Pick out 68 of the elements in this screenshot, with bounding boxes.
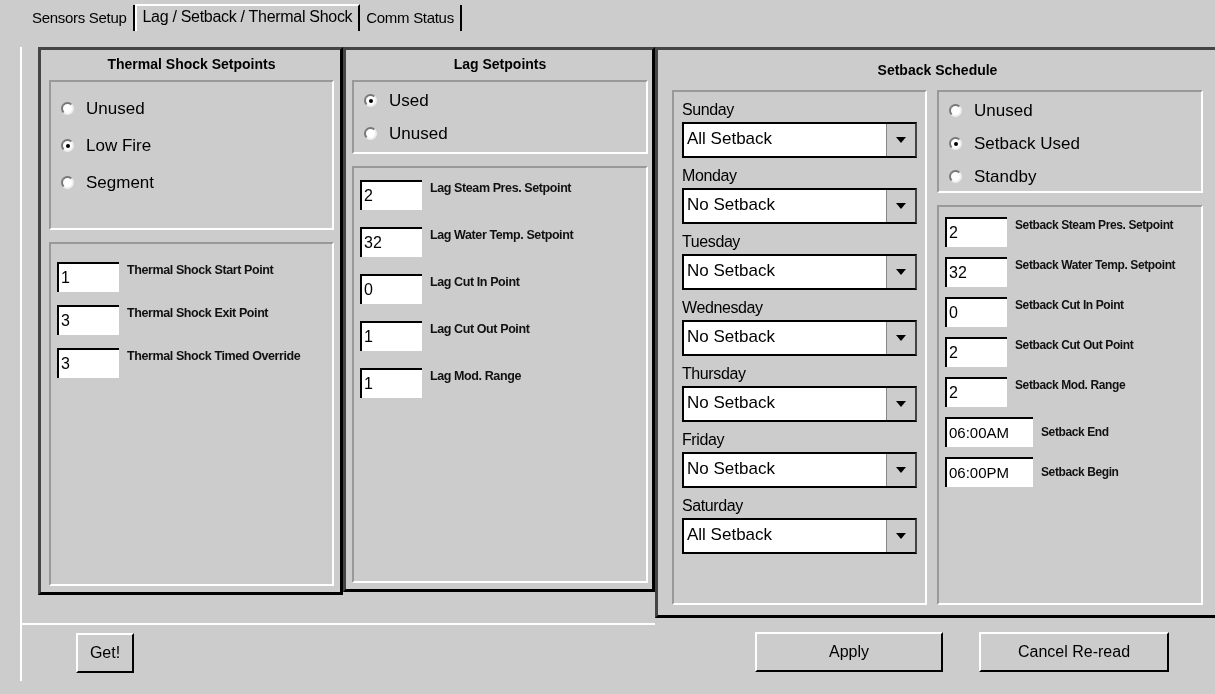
dropdown[interactable]: All Setback (682, 122, 917, 158)
apply-button[interactable]: Apply (755, 632, 943, 672)
input-field[interactable]: 0 (945, 297, 1007, 327)
get-button[interactable]: Get! (76, 633, 134, 673)
radio-option[interactable]: Unused (61, 90, 322, 127)
input-field[interactable]: 0 (360, 274, 422, 304)
input-field[interactable]: 2 (360, 180, 422, 210)
field-label: Lag Steam Pres. Setpoint (430, 180, 572, 196)
dropdown[interactable]: No Setback (682, 452, 917, 488)
field-label: Lag Mod. Range (430, 368, 521, 384)
caret-icon (896, 533, 906, 539)
input-field[interactable]: 32 (360, 227, 422, 257)
input-field[interactable]: 32 (945, 257, 1007, 287)
caret-icon (896, 203, 906, 209)
input-field[interactable]: 2 (945, 377, 1007, 407)
panel-title: Setback Schedule (876, 61, 999, 80)
day-label: Saturday (682, 496, 744, 516)
input-field[interactable]: 3 (57, 348, 119, 378)
field-label: Setback Begin (1041, 464, 1119, 480)
tab[interactable]: Comm Status (360, 5, 462, 31)
input-field[interactable]: 1 (360, 321, 422, 351)
field-label: Thermal Shock Start Point (127, 262, 274, 278)
dropdown[interactable]: All Setback (682, 518, 917, 554)
input-field[interactable]: 06:00AM (945, 417, 1033, 447)
dropdown[interactable]: No Setback (682, 188, 917, 224)
day-label: Friday (682, 430, 726, 450)
day-label: Thursday (682, 364, 747, 384)
input-field[interactable]: 2 (945, 217, 1007, 247)
input-field[interactable]: 06:00PM (945, 457, 1033, 487)
caret-icon (896, 401, 906, 407)
field-label: Lag Cut Out Point (430, 321, 530, 337)
day-label: Monday (682, 166, 738, 186)
panel-title: Lag Setpoints (452, 55, 548, 74)
field-label: Thermal Shock Timed Override (127, 348, 301, 364)
field-label: Thermal Shock Exit Point (127, 305, 269, 321)
tab[interactable]: Sensors Setup (26, 5, 135, 31)
field-label: Setback Water Temp. Setpoint (1015, 257, 1176, 273)
day-label: Sunday (682, 100, 735, 120)
field-label: Lag Water Temp. Setpoint (430, 227, 574, 243)
caret-icon (896, 467, 906, 473)
caret-icon (896, 335, 906, 341)
field-label: Setback Cut Out Point (1015, 337, 1134, 353)
field-label: Setback Cut In Point (1015, 297, 1124, 313)
input-field[interactable]: 1 (57, 262, 119, 292)
radio-option[interactable]: Standby (949, 160, 1191, 193)
field-label: Setback End (1041, 424, 1109, 440)
radio-option[interactable]: Segment (61, 164, 322, 201)
dropdown[interactable]: No Setback (682, 386, 917, 422)
caret-icon (896, 269, 906, 275)
radio-option[interactable]: Low Fire (61, 127, 322, 164)
input-field[interactable]: 2 (945, 337, 1007, 367)
caret-icon (896, 137, 906, 143)
radio-option[interactable]: Setback Used (949, 127, 1191, 160)
field-label: Lag Cut In Point (430, 274, 520, 290)
input-field[interactable]: 1 (360, 368, 422, 398)
cancel-reread-button[interactable]: Cancel Re-read (979, 632, 1169, 672)
field-label: Setback Steam Pres. Setpoint (1015, 217, 1174, 233)
radio-option[interactable]: Unused (364, 117, 636, 150)
day-label: Tuesday (682, 232, 741, 252)
radio-option[interactable]: Unused (949, 94, 1191, 127)
day-label: Wednesday (682, 298, 764, 318)
input-field[interactable]: 3 (57, 305, 119, 335)
dropdown[interactable]: No Setback (682, 320, 917, 356)
field-label: Setback Mod. Range (1015, 377, 1126, 393)
dropdown[interactable]: No Setback (682, 254, 917, 290)
radio-option[interactable]: Used (364, 84, 636, 117)
tab[interactable]: Lag / Setback / Thermal Shock (134, 4, 361, 31)
panel-title: Thermal Shock Setpoints (106, 55, 277, 74)
